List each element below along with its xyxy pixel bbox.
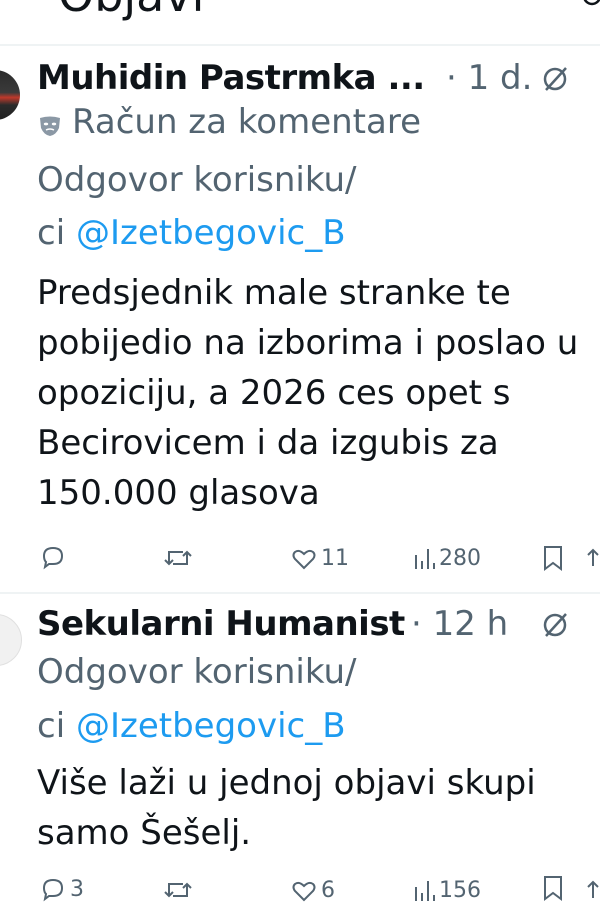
header-divider xyxy=(0,44,600,46)
avatar[interactable] xyxy=(0,70,20,120)
repost-button[interactable] xyxy=(163,878,197,902)
post-time[interactable]: · 12 h xyxy=(411,604,508,644)
like-count: 6 xyxy=(321,878,335,903)
reply-prefix: Odgovor korisniku/ xyxy=(37,652,357,692)
reply-prefix-cont: ci @Izetbegovic_B xyxy=(37,213,346,253)
bookmark-icon xyxy=(544,546,562,571)
like-count: 11 xyxy=(321,546,349,571)
bookmark-button[interactable] xyxy=(542,874,564,902)
bookmark-button[interactable] xyxy=(542,544,564,572)
mention-link[interactable]: @Izetbegovic_B xyxy=(76,213,346,253)
like-button[interactable]: 6 xyxy=(291,878,335,903)
post-text-line: 150.000 glasova xyxy=(37,473,320,513)
post-text-line: pobijedio na izborima i poslao u xyxy=(37,323,579,363)
grok-icon[interactable] xyxy=(540,610,570,640)
like-button[interactable]: 11 xyxy=(291,546,349,571)
views-button[interactable]: 280 xyxy=(413,546,481,571)
grok-icon[interactable] xyxy=(582,0,600,12)
views-icon xyxy=(415,548,435,569)
share-icon xyxy=(587,880,599,898)
reply-icon xyxy=(42,878,64,902)
view-count: 156 xyxy=(439,878,481,903)
post-text-line: samo Šešelj. xyxy=(37,813,252,853)
like-icon xyxy=(292,549,316,569)
repost-icon xyxy=(164,550,192,566)
repost-icon xyxy=(164,882,192,898)
page-title: Objavi xyxy=(58,0,204,22)
like-icon xyxy=(292,881,316,901)
post-divider xyxy=(0,592,600,594)
share-icon xyxy=(587,548,599,566)
reply-count: 3 xyxy=(70,876,84,902)
post-text: Predsjednik male stranke te pobijedio na… xyxy=(37,268,597,518)
reply-icon xyxy=(42,546,64,570)
reply-prefix-suffix: ci xyxy=(37,706,66,746)
author-name[interactable]: Sekularni Humanist xyxy=(37,604,405,644)
author-name[interactable]: Muhidin Pastrmka ... xyxy=(37,58,425,98)
views-button[interactable]: 156 xyxy=(413,878,481,903)
post-text-line: Becirovicem i da izgubis za xyxy=(37,423,499,463)
view-count: 280 xyxy=(439,546,481,571)
mention-link[interactable]: @Izetbegovic_B xyxy=(76,706,346,746)
reply-prefix-suffix: ci xyxy=(37,213,66,253)
views-icon xyxy=(415,880,435,901)
post-time[interactable]: · 1 d. xyxy=(446,58,532,98)
post-text: Više laži u jednoj objavi skupi samo Šeš… xyxy=(37,758,597,858)
post-text-line: opoziciju, a 2026 ces opet s xyxy=(37,373,511,413)
mask-icon xyxy=(40,116,60,136)
reply-prefix-cont: ci @Izetbegovic_B xyxy=(37,706,346,746)
avatar[interactable] xyxy=(0,614,22,666)
reply-prefix: Odgovor korisniku/ xyxy=(37,160,357,200)
reply-button[interactable] xyxy=(40,544,70,570)
account-label: Račun za komentare xyxy=(72,102,421,142)
share-button[interactable] xyxy=(586,878,600,902)
post-text-line: Predsjednik male stranke te xyxy=(37,273,511,313)
bookmark-icon xyxy=(544,876,562,901)
grok-icon[interactable] xyxy=(540,64,570,94)
share-button[interactable] xyxy=(586,546,600,570)
reply-button[interactable]: 3 xyxy=(40,876,84,902)
post-text-line: Više laži u jednoj objavi skupi xyxy=(37,763,536,803)
repost-button[interactable] xyxy=(163,546,197,570)
